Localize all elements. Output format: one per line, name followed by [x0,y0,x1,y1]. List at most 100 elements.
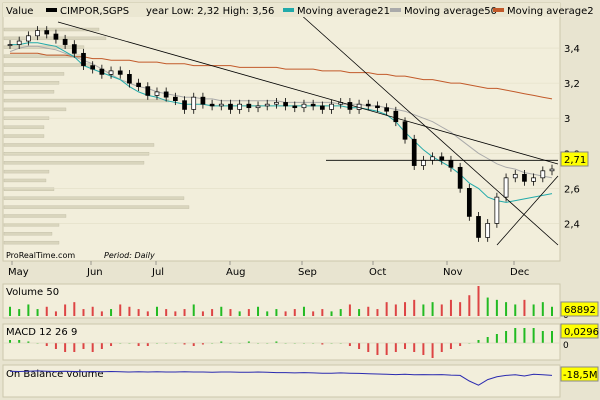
chart-canvas: Value CIMPOR,SGPS year Low: 2,32 High: 3… [2,2,599,398]
volume-bar [73,302,76,316]
volume-bar [54,311,57,316]
volume-bar [257,306,260,316]
volume-profile-bar [3,125,45,129]
macd-bar [367,343,370,352]
month-label: May [8,267,29,278]
candle-body [540,170,546,179]
volume-bar [284,311,287,316]
volume-bar [137,309,140,316]
month-axis: May Jun Jul Aug Sep Oct Nov Dec [8,261,529,278]
volume-profile-bar [3,107,67,112]
ma21-legend-swatch [283,8,294,12]
macd-bar [413,343,416,352]
candle-body [485,223,491,238]
candle-body [16,40,22,45]
month-label: Nov [443,267,463,278]
price-tick-label: 3,4 [564,44,580,55]
price-legend-swatch [46,8,57,12]
candle-body [209,103,215,107]
month-label: Oct [369,267,386,278]
candle-body [145,86,151,96]
ma50-legend-swatch [390,8,401,12]
volume-bar [449,299,452,316]
macd-bar [146,343,149,346]
macd-bar [440,343,443,352]
candle-body [439,156,445,161]
price-tick-label: 2,4 [564,219,580,230]
candle-body [173,96,178,102]
symbol-label: CIMPOR,SGPS [60,6,129,17]
volume-bar [45,306,48,316]
macd-bar [551,331,553,343]
candle-body [310,103,316,107]
ma200-legend-swatch [493,8,504,12]
volume-bar [128,306,131,316]
candle-body [191,96,197,110]
volume-bar [266,311,269,316]
volume-profile-bar [3,240,60,245]
macd-bar [514,328,517,343]
candle-body [7,44,13,46]
volume-profile-bar [3,63,93,67]
volume-bar [247,309,250,316]
volume-profile-bar [3,81,60,85]
macd-bar [532,328,535,343]
volume-bar [302,306,305,316]
macd-bar [404,343,407,349]
volume-bar [82,309,85,316]
volume-bar [229,309,232,316]
candle-body [375,105,380,109]
candle-body [228,103,233,110]
macd-bar [477,340,480,343]
volume-bar [321,309,324,316]
candle-body [430,156,435,161]
volume-bar [91,306,94,316]
volume-bar [64,304,67,316]
macd-bar [348,343,351,346]
candle-body [393,110,399,123]
macd-bar [18,340,21,343]
volume-panel [2,283,561,319]
candle-body [90,65,96,70]
candle-body [99,68,105,75]
macd-bar [91,343,94,352]
macd-bar [54,343,57,349]
volume-bar [9,306,11,316]
volume-title: Volume 50 [6,287,59,298]
candle-body [329,103,334,110]
volume-bar [36,309,39,316]
candle-body [182,100,187,110]
volume-bar [514,304,517,316]
macd-bar [73,343,76,352]
month-label: Sep [298,267,317,278]
volume-profile-bar [3,223,60,227]
macd-bar [358,343,361,349]
volume-bar [459,302,462,316]
macd-panel [2,323,561,361]
macd-bar [45,343,48,346]
volume-bar [330,311,333,316]
candle-body [44,30,50,35]
volume-bar [119,304,122,316]
macd-bar [376,343,379,355]
volume-bar [155,306,158,316]
macd-bar [523,328,526,343]
volume-bar [394,304,397,316]
volume-bar [413,299,416,316]
candle-body [457,166,463,189]
ma200-legend: Moving average2 [507,6,594,17]
volume-profile-bar [3,232,53,236]
candle-body [549,168,555,172]
volume-badge-text: 68892 [564,305,596,316]
volume-bar [348,304,351,316]
candle-body [448,159,454,168]
candle-body [301,103,307,109]
macd-bar [64,343,67,352]
volume-profile-bar [3,178,47,183]
macd-zero: 0 [563,341,569,351]
candle-body [53,33,59,40]
volume-bar [183,309,186,316]
macd-bar [100,343,103,349]
volume-profile-bar [3,196,185,200]
candle-body [274,102,279,105]
